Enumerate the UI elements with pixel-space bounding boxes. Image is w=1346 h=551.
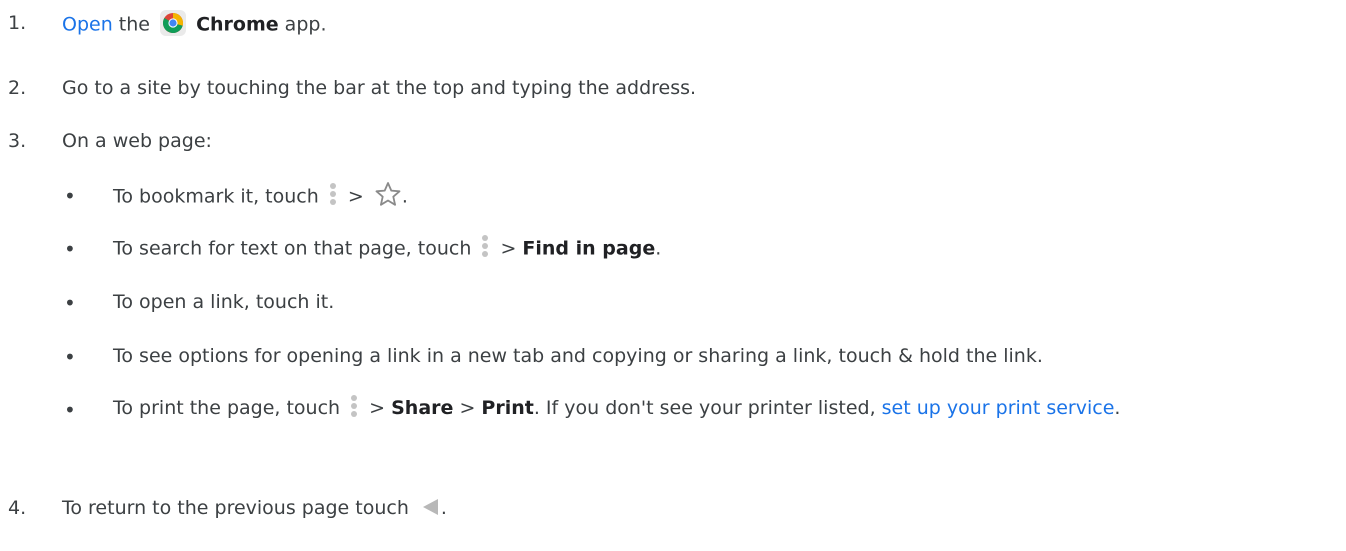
text-fragment: the (112, 13, 157, 36)
bullet-marker: • (64, 398, 76, 422)
text-fragment: app. (278, 13, 327, 36)
print-service-link[interactable]: set up your print service (882, 397, 1115, 419)
bullet-text: To bookmark it, touch > . (113, 181, 1340, 210)
step-number: 3. (8, 130, 27, 152)
step-number: 4. (8, 497, 27, 519)
star-outline-icon (374, 181, 402, 207)
step-text: On a web page: (62, 130, 212, 152)
more-vert-icon (349, 394, 359, 418)
text-fragment: > (341, 185, 370, 208)
bullet-text: To open a link, touch it. (113, 291, 335, 313)
step-text: Go to a site by touching the bar at the … (62, 77, 697, 99)
bullet-marker: • (64, 184, 76, 208)
bullet-marker: • (64, 345, 76, 369)
text-fragment: > (453, 397, 482, 419)
text-fragment: . (1114, 397, 1121, 419)
chrome-app-name: Chrome (196, 13, 279, 36)
bullet-marker: • (64, 291, 76, 315)
help-article: 1. Open the Chrome app. 2. Go to a site … (0, 0, 1346, 551)
text-fragment: > (494, 237, 523, 260)
text-fragment: . (401, 185, 408, 208)
step-text: Open the Chrome app. (62, 10, 327, 38)
find-in-page-label: Find in page (522, 237, 656, 260)
print-label: Print (481, 397, 534, 419)
bullet-text: To search for text on that page, touch >… (113, 234, 1340, 261)
text-fragment: To search for text on that page, touch (113, 237, 478, 260)
text-fragment: . (440, 497, 447, 519)
back-triangle-icon (419, 496, 441, 518)
more-vert-icon (480, 234, 490, 258)
share-label: Share (391, 397, 454, 419)
text-fragment: To return to the previous page touch (62, 497, 409, 519)
text-fragment: . If you don't see your printer listed, (533, 397, 882, 419)
bullet-text: To see options for opening a link in a n… (113, 345, 1043, 367)
open-link[interactable]: Open (62, 14, 113, 36)
step-text: To return to the previous page touch. (62, 497, 447, 520)
text-fragment: To print the page, touch (113, 397, 347, 419)
step-number: 2. (8, 77, 27, 99)
text-fragment: > (363, 397, 392, 419)
text-fragment: . (655, 237, 662, 260)
step-number: 1. (8, 12, 27, 34)
chrome-logo-icon (160, 10, 187, 36)
bullet-text: To print the page, touch > Share > Print… (113, 390, 1313, 426)
text-fragment: To bookmark it, touch (113, 185, 325, 208)
bullet-marker: • (64, 237, 76, 261)
more-vert-icon (328, 182, 338, 206)
